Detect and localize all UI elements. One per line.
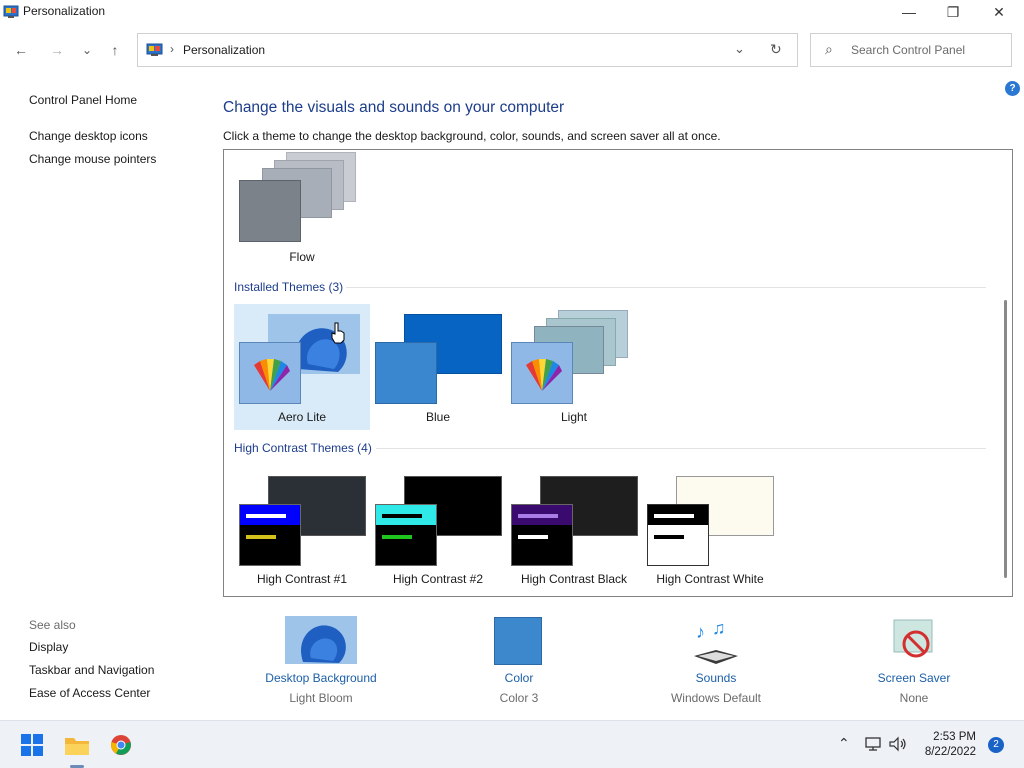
desktop-background-item[interactable]: Desktop Background Light Bloom (221, 612, 421, 708)
hc-text-line (246, 535, 276, 539)
hc-text-line (518, 514, 558, 518)
theme-preview-swatch (239, 504, 301, 566)
sounds-icon: ♪ ♫ (694, 618, 738, 664)
taskbar: ⌃ 2:53 PM 8/22/2022 2 (0, 720, 1024, 768)
desktop-background-title[interactable]: Desktop Background (221, 671, 421, 685)
theme-high-contrast-2[interactable]: High Contrast #2 (370, 466, 506, 592)
recent-locations-button[interactable]: ⌄ (76, 39, 98, 61)
hc-text-line (654, 535, 684, 539)
sounds-value: Windows Default (670, 691, 762, 705)
bloom-wallpaper-icon (285, 616, 357, 664)
theme-preview-swatch (511, 342, 573, 404)
forward-button[interactable]: → (46, 39, 68, 61)
color-palette-icon (526, 359, 562, 391)
theme-light[interactable]: Light (506, 304, 642, 430)
theme-high-contrast-black[interactable]: High Contrast Black (506, 466, 642, 592)
page-subtitle: Click a theme to change the desktop back… (223, 129, 721, 143)
chrome-icon[interactable] (110, 734, 132, 756)
personalization-app-icon (3, 5, 19, 18)
volume-icon[interactable] (888, 736, 908, 752)
notification-badge[interactable]: 2 (988, 737, 1004, 753)
theme-aero-lite[interactable]: Aero Lite (234, 304, 370, 430)
theme-label: High Contrast #1 (256, 572, 348, 586)
color-item[interactable]: Color Color 3 (419, 612, 619, 708)
page-title: Change the visuals and sounds on your co… (223, 99, 565, 116)
svg-text:♫: ♫ (712, 618, 726, 638)
theme-preview-swatch (647, 504, 709, 566)
installed-themes-header: Installed Themes (3) (234, 280, 344, 294)
screen-saver-icon (893, 619, 933, 658)
maximize-button[interactable]: ❐ (930, 0, 976, 24)
theme-label: Blue (425, 410, 451, 424)
theme-high-contrast-white[interactable]: High Contrast White (642, 466, 778, 592)
change-desktop-icons-link[interactable]: Change desktop icons (29, 129, 148, 143)
hc-text-line (518, 535, 548, 539)
high-contrast-themes-header: High Contrast Themes (4) (234, 441, 372, 455)
close-button[interactable]: ✕ (976, 0, 1022, 24)
hand-cursor-icon (331, 322, 345, 344)
display-link[interactable]: Display (29, 640, 68, 654)
theme-label: Aero Lite (277, 410, 327, 424)
color-title[interactable]: Color (419, 671, 619, 685)
clock[interactable]: 2:53 PM 8/22/2022 (920, 730, 976, 760)
search-box[interactable]: ⌕ Search Control Panel (810, 33, 1012, 67)
help-icon[interactable]: ? (1005, 81, 1020, 96)
theme-preview-swatch (375, 342, 437, 404)
up-button[interactable]: ↑ (104, 39, 126, 61)
theme-label: High Contrast Black (520, 572, 628, 586)
network-icon[interactable] (864, 736, 882, 752)
theme-preview-swatch (239, 180, 301, 242)
screen-saver-item[interactable]: Screen Saver None (814, 612, 1014, 708)
theme-label: High Contrast White (656, 572, 764, 586)
screen-saver-value: None (899, 691, 929, 705)
divider (346, 287, 986, 288)
desktop-background-value: Light Bloom (289, 691, 353, 705)
color-swatch-icon (494, 617, 542, 665)
hc-text-line (654, 514, 694, 518)
change-mouse-pointers-link[interactable]: Change mouse pointers (29, 152, 156, 166)
title-bar: Personalization — ❐ ✕ (0, 0, 1024, 24)
divider (376, 448, 986, 449)
theme-list-scrollbar[interactable] (1004, 300, 1007, 578)
sounds-title[interactable]: Sounds (616, 671, 816, 685)
start-icon[interactable] (21, 734, 43, 756)
sounds-item[interactable]: ♪ ♫ Sounds Windows Default (616, 612, 816, 708)
theme-blue[interactable]: Blue (370, 304, 506, 430)
back-button[interactable]: ← (10, 39, 32, 61)
ease-of-access-link[interactable]: Ease of Access Center (29, 686, 150, 700)
svg-text:♪: ♪ (696, 622, 705, 642)
minimize-button[interactable]: — (886, 0, 932, 24)
hc-text-line (246, 514, 286, 518)
theme-preview-swatch (511, 504, 573, 566)
control-panel-icon (146, 43, 163, 56)
theme-preview-swatch (375, 504, 437, 566)
theme-preview-swatch (239, 342, 301, 404)
window-title: Personalization (23, 4, 106, 18)
search-icon: ⌕ (825, 41, 833, 57)
clock-date: 8/22/2022 (924, 746, 976, 758)
file-explorer-icon[interactable] (64, 733, 90, 757)
hc-text-line (382, 514, 422, 518)
breadcrumb-separator: › (170, 42, 174, 56)
control-panel-home-link[interactable]: Control Panel Home (29, 93, 137, 107)
address-bar[interactable]: › Personalization ⌄ ↻ (137, 33, 798, 67)
clock-time: 2:53 PM (933, 731, 976, 743)
theme-label: Flow (289, 250, 315, 264)
search-input[interactable]: Search Control Panel (851, 43, 965, 57)
screen-saver-title[interactable]: Screen Saver (814, 671, 1014, 685)
hc-text-line (382, 535, 412, 539)
see-also-title: See also (29, 618, 76, 632)
address-dropdown-button[interactable]: ⌄ (734, 41, 745, 57)
breadcrumb-personalization[interactable]: Personalization (183, 43, 265, 57)
theme-flow[interactable]: Flow (234, 150, 370, 276)
theme-list[interactable]: Flow Installed Themes (3) Aero Lite Blue… (223, 149, 1013, 597)
theme-label: High Contrast #2 (392, 572, 484, 586)
color-value: Color 3 (499, 691, 539, 705)
color-palette-icon (254, 359, 290, 391)
refresh-button[interactable]: ↻ (770, 41, 782, 58)
tray-overflow-chevron-icon[interactable]: ⌃ (838, 735, 850, 752)
taskbar-navigation-link[interactable]: Taskbar and Navigation (29, 663, 154, 677)
theme-label: Light (560, 410, 588, 424)
theme-high-contrast-1[interactable]: High Contrast #1 (234, 466, 370, 592)
